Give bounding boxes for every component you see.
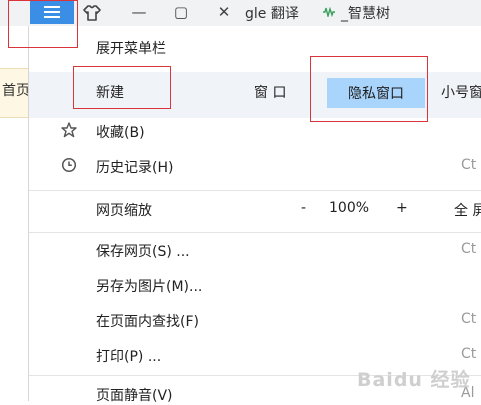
page-zoom-label: 网页缩放 xyxy=(96,203,152,219)
save-page-item[interactable]: 保存网页(S) ... xyxy=(96,241,190,261)
menu-divider xyxy=(29,232,481,233)
tab-zhihuishu[interactable]: _智慧树 xyxy=(341,3,390,23)
save-as-image-item[interactable]: 另存为图片(M)... xyxy=(96,276,202,296)
hamburger-menu-icon xyxy=(44,6,60,18)
waveform-icon xyxy=(323,7,335,17)
new-window-button[interactable]: 窗 口 xyxy=(254,82,286,102)
main-menu-button[interactable] xyxy=(30,0,74,24)
small-window-button[interactable]: 小号窗 xyxy=(441,82,481,102)
maximize-button[interactable]: ▢ xyxy=(171,3,191,21)
close-button[interactable]: ✕ xyxy=(214,3,234,21)
new-label: 新建 xyxy=(96,85,124,101)
star-icon xyxy=(61,122,77,138)
print-item[interactable]: 打印(P) ... xyxy=(96,346,161,366)
find-shortcut: Ct xyxy=(461,311,477,327)
print-shortcut: Ct xyxy=(461,346,477,362)
fullscreen-button[interactable]: 全 屏 xyxy=(454,200,481,220)
save-shortcut: Ct xyxy=(461,241,477,257)
baidu-watermark: Baidu 经验 xyxy=(357,369,471,391)
home-link[interactable]: 首页 xyxy=(2,80,30,100)
history-item[interactable]: 历史记录(H) xyxy=(96,157,173,177)
expand-menubar-item[interactable]: 展开菜单栏 xyxy=(96,38,166,58)
zoom-value: 100% xyxy=(329,200,370,216)
skin-icon[interactable] xyxy=(82,4,102,22)
zoom-in-button[interactable]: + xyxy=(396,200,408,216)
private-window-button[interactable]: 隐私窗口 xyxy=(327,78,425,108)
menu-divider xyxy=(29,190,481,191)
tab-google-translate[interactable]: gle 翻译 xyxy=(245,3,299,23)
clock-icon xyxy=(61,157,77,173)
minimize-button[interactable]: — xyxy=(129,3,149,21)
mute-page-item[interactable]: 页面静音(V) xyxy=(96,385,173,405)
find-in-page-item[interactable]: 在页面内查找(F) xyxy=(96,311,199,331)
favorites-item[interactable]: 收藏(B) xyxy=(96,122,145,142)
main-dropdown-menu: 展开菜单栏 新建 窗 口 隐私窗口 小号窗 收藏(B) 历史记录(H) Ct 网… xyxy=(28,26,481,404)
history-shortcut: Ct xyxy=(461,157,477,173)
zoom-out-button[interactable]: - xyxy=(301,200,306,216)
